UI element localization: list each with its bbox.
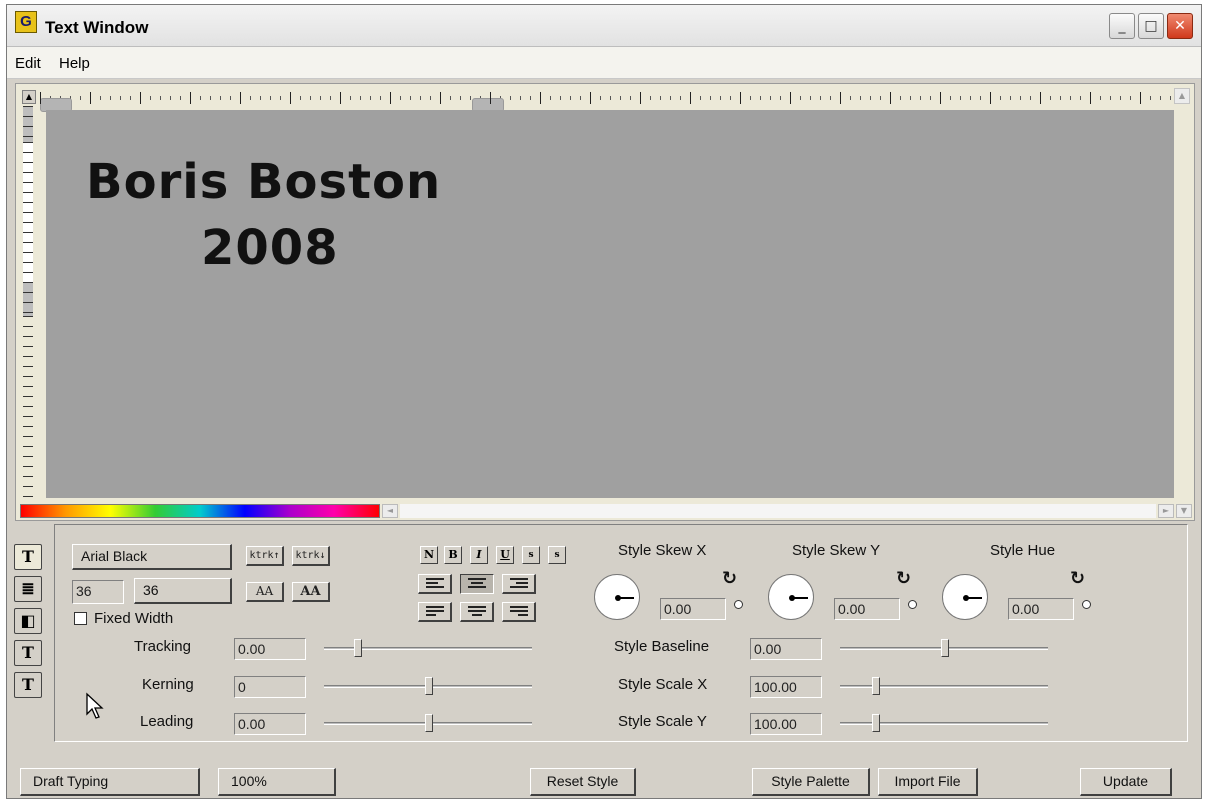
skew-y-reset-icon[interactable]: ↻ xyxy=(896,568,911,589)
kerning-slider-thumb[interactable] xyxy=(425,677,433,695)
scale-x-label: Style Scale X xyxy=(618,676,708,693)
small-caps-button[interactable]: AA xyxy=(246,582,284,602)
text-canvas[interactable]: Boris Boston 2008 xyxy=(46,110,1174,498)
hue-reset-icon[interactable]: ↻ xyxy=(1070,568,1085,589)
align-left-button[interactable] xyxy=(418,574,452,594)
scroll-right-icon[interactable]: ► xyxy=(1158,504,1174,518)
tracking-field[interactable]: 0.00 xyxy=(234,638,306,660)
zoom-dropdown[interactable]: 100% xyxy=(218,768,336,796)
skew-x-reset-icon[interactable]: ↻ xyxy=(722,568,737,589)
justify-right-button[interactable] xyxy=(502,602,536,622)
skew-y-dial[interactable] xyxy=(768,574,814,620)
skew-x-label: Style Skew X xyxy=(618,542,707,559)
update-button[interactable]: Update xyxy=(1080,768,1172,796)
menu-help[interactable]: Help xyxy=(59,55,90,72)
canvas-text-line[interactable]: 2008 xyxy=(201,220,339,276)
hue-field[interactable]: 0.00 xyxy=(1008,598,1074,620)
justify-center-button[interactable] xyxy=(460,602,494,622)
scale-y-slider-thumb[interactable] xyxy=(872,714,880,732)
kerning-label: Kerning xyxy=(142,676,194,693)
app-icon: G xyxy=(15,11,37,33)
justify-center-icon xyxy=(468,606,486,618)
superscript-button[interactable]: s xyxy=(522,546,540,564)
skew-x-dial[interactable] xyxy=(594,574,640,620)
align-center-icon xyxy=(468,578,486,590)
hue-label: Style Hue xyxy=(990,542,1056,559)
skew-x-field[interactable]: 0.00 xyxy=(660,598,726,620)
underline-button[interactable]: U xyxy=(496,546,514,564)
kerning-up-button[interactable]: ktrk↑ xyxy=(246,546,284,566)
baseline-label: Style Baseline xyxy=(614,638,710,655)
all-caps-button[interactable]: AA xyxy=(292,582,330,602)
title-bar[interactable]: G Text Window _ □ ✕ xyxy=(7,5,1201,47)
scroll-down-icon[interactable]: ▼ xyxy=(1176,504,1192,518)
bold-button[interactable]: B xyxy=(444,546,462,564)
normal-button[interactable]: N xyxy=(420,546,438,564)
align-left-icon xyxy=(426,578,444,590)
skew-x-zero-icon[interactable] xyxy=(734,600,743,609)
font-size-dropdown[interactable]: 36 xyxy=(134,578,232,604)
subscript-button[interactable]: s xyxy=(548,546,566,564)
horizontal-ruler[interactable] xyxy=(40,92,1180,112)
import-file-button[interactable]: Import File xyxy=(878,768,978,796)
align-right-icon xyxy=(510,578,528,590)
align-right-button[interactable] xyxy=(502,574,536,594)
text-editor-area: ▲ ▲ Boris Boston 2008 ◄ ► ▼ xyxy=(15,83,1195,521)
color-spectrum-bar[interactable] xyxy=(20,504,380,518)
justify-left-icon xyxy=(426,606,444,618)
mouse-cursor-icon xyxy=(86,692,104,719)
tracking-slider-thumb[interactable] xyxy=(354,639,362,657)
leading-slider-thumb[interactable] xyxy=(425,714,433,732)
tab-paragraph[interactable]: ≣ xyxy=(14,576,42,602)
menu-edit[interactable]: Edit xyxy=(15,55,41,72)
tab-fill[interactable]: ◧ xyxy=(14,608,42,634)
baseline-field[interactable]: 0.00 xyxy=(750,638,822,660)
window-title: Text Window xyxy=(45,18,149,37)
leading-field[interactable]: 0.00 xyxy=(234,713,306,735)
ruler-corner-button[interactable]: ▲ xyxy=(22,90,36,104)
leading-label: Leading xyxy=(140,713,194,730)
kerning-down-button[interactable]: ktrk↓ xyxy=(292,546,330,566)
scroll-up-icon[interactable]: ▲ xyxy=(1174,88,1190,104)
font-size-field[interactable]: 36 xyxy=(72,580,124,604)
tracking-label: Tracking xyxy=(134,638,191,655)
close-button[interactable]: ✕ xyxy=(1167,13,1193,39)
scale-x-slider-thumb[interactable] xyxy=(872,677,880,695)
font-name-dropdown[interactable]: Arial Black xyxy=(72,544,232,570)
kerning-field[interactable]: 0 xyxy=(234,676,306,698)
style-palette-button[interactable]: Style Palette xyxy=(752,768,870,796)
scale-y-field[interactable]: 100.00 xyxy=(750,713,822,735)
scale-y-label: Style Scale Y xyxy=(618,713,707,730)
canvas-text-line[interactable]: Boris Boston xyxy=(86,154,441,210)
baseline-slider-thumb[interactable] xyxy=(941,639,949,657)
scale-x-field[interactable]: 100.00 xyxy=(750,676,822,698)
tab-text-style[interactable]: T xyxy=(14,544,42,570)
vertical-ruler[interactable] xyxy=(22,106,34,498)
maximize-button[interactable]: □ xyxy=(1138,13,1164,39)
fixed-width-checkbox[interactable] xyxy=(74,612,87,625)
menu-bar: Edit Help xyxy=(7,47,1201,79)
horizontal-scrollbar[interactable] xyxy=(400,504,1156,518)
skew-y-field[interactable]: 0.00 xyxy=(834,598,900,620)
minimize-button[interactable]: _ xyxy=(1109,13,1135,39)
justify-left-button[interactable] xyxy=(418,602,452,622)
italic-button[interactable]: I xyxy=(470,546,488,564)
hue-dial[interactable] xyxy=(942,574,988,620)
tab-outline[interactable]: T xyxy=(14,640,42,666)
tab-shadow[interactable]: T xyxy=(14,672,42,698)
reset-style-button[interactable]: Reset Style xyxy=(530,768,636,796)
skew-y-zero-icon[interactable] xyxy=(908,600,917,609)
fixed-width-label: Fixed Width xyxy=(94,610,174,627)
align-center-button[interactable] xyxy=(460,574,494,594)
scroll-left-icon[interactable]: ◄ xyxy=(382,504,398,518)
justify-right-icon xyxy=(510,606,528,618)
skew-y-label: Style Skew Y xyxy=(792,542,881,559)
hue-zero-icon[interactable] xyxy=(1082,600,1091,609)
typing-mode-dropdown[interactable]: Draft Typing xyxy=(20,768,200,796)
